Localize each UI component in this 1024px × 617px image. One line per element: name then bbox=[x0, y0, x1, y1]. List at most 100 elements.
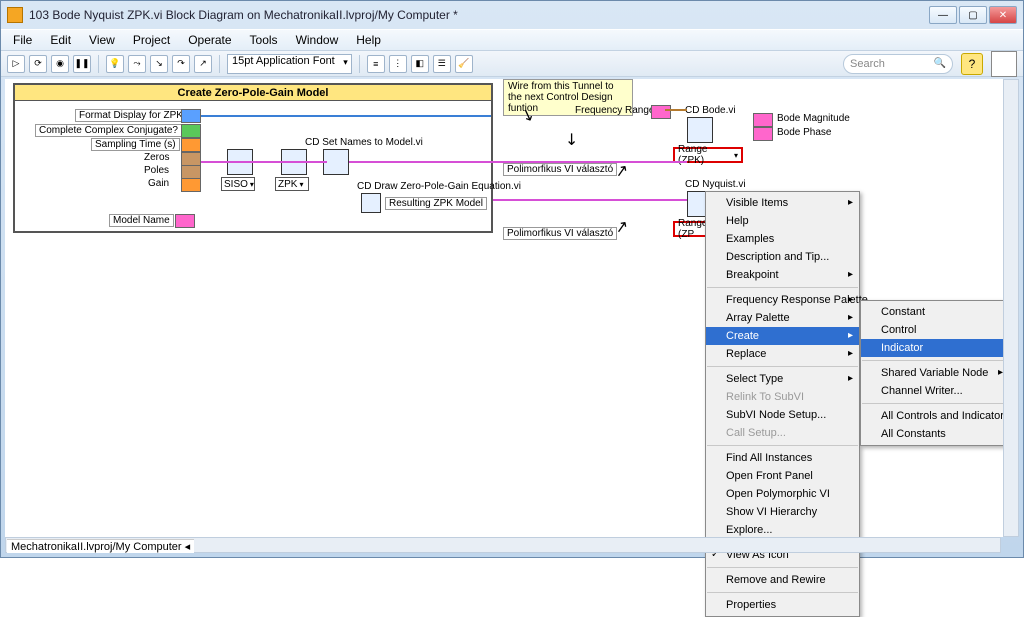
abort-button[interactable]: ◉ bbox=[51, 55, 69, 73]
menu-item[interactable]: Description and Tip... bbox=[706, 248, 859, 266]
menu-item[interactable]: Indicator bbox=[861, 339, 1009, 357]
vertical-scrollbar[interactable] bbox=[1003, 79, 1019, 537]
menu-item[interactable]: Visible Items bbox=[706, 194, 859, 212]
reorder-button[interactable]: ☰ bbox=[433, 55, 451, 73]
run-button[interactable]: ▷ bbox=[7, 55, 25, 73]
highlight-exec-button[interactable]: 💡 bbox=[106, 55, 124, 73]
gain-label: Gain bbox=[145, 178, 172, 189]
menu-item[interactable]: Select Type bbox=[706, 370, 859, 388]
distribute-button[interactable]: ⋮ bbox=[389, 55, 407, 73]
menu-item[interactable]: Array Palette bbox=[706, 309, 859, 327]
menu-edit[interactable]: Edit bbox=[42, 31, 79, 49]
context-help-button[interactable]: ? bbox=[961, 53, 983, 75]
font-select[interactable]: 15pt Application Font bbox=[227, 54, 352, 74]
step-out-button[interactable]: ↗ bbox=[194, 55, 212, 73]
maximize-button[interactable]: ▢ bbox=[959, 6, 987, 24]
menu-item[interactable]: SubVI Node Setup... bbox=[706, 406, 859, 424]
complete-conjugate-terminal[interactable] bbox=[181, 124, 201, 138]
menu-item[interactable]: Frequency Response Palette bbox=[706, 291, 859, 309]
menu-item[interactable]: Show VI Hierarchy bbox=[706, 503, 859, 521]
app-window: 103 Bode Nyquist ZPK.vi Block Diagram on… bbox=[0, 0, 1024, 558]
bode-mag-label: Bode Magnitude bbox=[777, 113, 850, 124]
node-context-menu[interactable]: Visible ItemsHelpExamplesDescription and… bbox=[705, 191, 860, 617]
menu-tools[interactable]: Tools bbox=[242, 31, 286, 49]
retain-wire-button[interactable]: ⤳ bbox=[128, 55, 146, 73]
menu-item[interactable]: Create bbox=[706, 327, 859, 345]
menu-item[interactable]: Help bbox=[706, 212, 859, 230]
menu-item[interactable]: Constant bbox=[861, 303, 1009, 321]
resize-button[interactable]: ◧ bbox=[411, 55, 429, 73]
menubar: File Edit View Project Operate Tools Win… bbox=[1, 29, 1023, 51]
sampling-time-label: Sampling Time (s) bbox=[91, 138, 180, 151]
menu-item[interactable]: Breakpoint bbox=[706, 266, 859, 284]
frequency-range-label: Frequency Range bbox=[575, 105, 655, 116]
app-icon bbox=[7, 7, 23, 23]
arrow-icon: ↘ bbox=[560, 127, 584, 151]
menu-item: Relink To SubVI bbox=[706, 388, 859, 406]
flat-sequence-structure[interactable]: Create Zero-Pole-Gain Model bbox=[13, 83, 493, 233]
resulting-model-label: Resulting ZPK Model bbox=[385, 197, 487, 210]
cd-set-names-label: CD Set Names to Model.vi bbox=[305, 137, 423, 148]
bode-mag-terminal[interactable] bbox=[753, 113, 773, 127]
menu-item[interactable]: Find All Instances bbox=[706, 449, 859, 467]
menu-view[interactable]: View bbox=[81, 31, 123, 49]
arrow-icon: ↗ bbox=[613, 216, 630, 238]
align-button[interactable]: ≡ bbox=[367, 55, 385, 73]
poles-label: Poles bbox=[141, 165, 172, 176]
search-input[interactable]: Search bbox=[843, 54, 953, 74]
format-display-label: Format Display for ZPK bbox=[75, 109, 187, 122]
menu-help[interactable]: Help bbox=[348, 31, 389, 49]
structure-title: Create Zero-Pole-Gain Model bbox=[13, 83, 493, 101]
arrow-icon: ↗ bbox=[613, 160, 630, 182]
menu-item[interactable]: Remove and Rewire bbox=[706, 571, 859, 589]
menu-item[interactable]: Channel Writer... bbox=[861, 382, 1009, 400]
cd-nyquist-label: CD Nyquist.vi bbox=[685, 179, 746, 190]
frequency-range-terminal[interactable] bbox=[651, 105, 671, 119]
menu-window[interactable]: Window bbox=[288, 31, 347, 49]
menu-project[interactable]: Project bbox=[125, 31, 178, 49]
poly-selector-1: Polimorfikus VI választó bbox=[503, 163, 617, 176]
menu-item[interactable]: Open Polymorphic VI bbox=[706, 485, 859, 503]
menu-operate[interactable]: Operate bbox=[180, 31, 239, 49]
cd-bode-node[interactable] bbox=[687, 117, 713, 143]
bode-phase-terminal[interactable] bbox=[753, 127, 773, 141]
cd-draw-eq-node[interactable] bbox=[361, 193, 381, 213]
format-display-terminal[interactable] bbox=[181, 109, 201, 123]
pause-button[interactable]: ❚❚ bbox=[73, 55, 91, 73]
bode-phase-label: Bode Phase bbox=[777, 127, 832, 138]
model-name-terminal[interactable] bbox=[175, 214, 195, 228]
window-title: 103 Bode Nyquist ZPK.vi Block Diagram on… bbox=[29, 8, 929, 22]
menu-item[interactable]: Examples bbox=[706, 230, 859, 248]
cleanup-button[interactable]: 🧹 bbox=[455, 55, 473, 73]
zpk-select[interactable]: ZPK bbox=[275, 177, 309, 191]
minimize-button[interactable]: — bbox=[929, 6, 957, 24]
menu-item[interactable]: Control bbox=[861, 321, 1009, 339]
siso-select[interactable]: SISO bbox=[221, 177, 255, 191]
poly-selector-2: Polimorfikus VI választó bbox=[503, 227, 617, 240]
menu-file[interactable]: File bbox=[5, 31, 40, 49]
zeros-terminal[interactable] bbox=[181, 152, 201, 166]
menu-item[interactable]: Shared Variable Node bbox=[861, 364, 1009, 382]
zeros-label: Zeros bbox=[141, 152, 173, 163]
step-over-button[interactable]: ↷ bbox=[172, 55, 190, 73]
toolbar: ▷ ⟳ ◉ ❚❚ 💡 ⤳ ↘ ↷ ↗ 15pt Application Font… bbox=[1, 51, 1023, 77]
create-submenu[interactable]: ConstantControlIndicator Shared Variable … bbox=[860, 300, 1010, 446]
menu-item[interactable]: Replace bbox=[706, 345, 859, 363]
menu-item[interactable]: All Controls and Indicators bbox=[861, 407, 1009, 425]
gain-terminal[interactable] bbox=[181, 178, 201, 192]
model-name-label: Model Name bbox=[109, 214, 174, 227]
close-button[interactable]: ✕ bbox=[989, 6, 1017, 24]
complete-conjugate-label: Complete Complex Conjugate? (F) bbox=[35, 124, 198, 137]
sampling-time-terminal[interactable] bbox=[181, 138, 201, 152]
menu-item[interactable]: Properties bbox=[706, 596, 859, 614]
menu-item[interactable]: All Constants bbox=[861, 425, 1009, 443]
poles-terminal[interactable] bbox=[181, 165, 201, 179]
cd-bode-label: CD Bode.vi bbox=[685, 105, 736, 116]
run-cont-button[interactable]: ⟳ bbox=[29, 55, 47, 73]
step-into-button[interactable]: ↘ bbox=[150, 55, 168, 73]
menu-item[interactable]: Open Front Panel bbox=[706, 467, 859, 485]
status-project: MechatronikaII.lvproj/My Computer bbox=[11, 541, 182, 553]
menu-item: Call Setup... bbox=[706, 424, 859, 442]
status-bar: MechatronikaII.lvproj/My Computer ◂ bbox=[7, 539, 194, 553]
vi-icon[interactable] bbox=[991, 51, 1017, 77]
